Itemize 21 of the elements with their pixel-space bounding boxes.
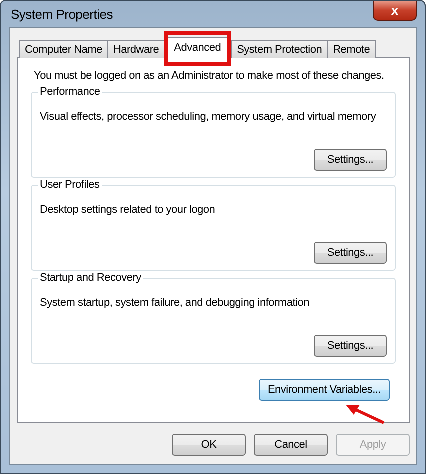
tab[interactable]: System Protection xyxy=(231,40,328,58)
tab[interactable]: Hardware xyxy=(107,40,166,58)
highlight-frame xyxy=(164,31,232,66)
settings-button[interactable]: Settings... xyxy=(314,242,387,264)
group-title: Performance xyxy=(38,86,102,98)
group-title: User Profiles xyxy=(38,179,102,191)
close-button[interactable]: x xyxy=(373,1,417,21)
tab[interactable]: Remote xyxy=(327,40,376,58)
environment-variables-button[interactable]: Environment Variables... xyxy=(258,379,390,401)
annotation-arrow xyxy=(346,405,385,424)
group-description: System startup, system failure, and debugging information xyxy=(40,297,310,309)
dialog-button[interactable]: Cancel xyxy=(254,434,328,456)
settings-button[interactable]: Settings... xyxy=(314,335,387,357)
window-title: System Properties xyxy=(10,6,113,22)
notice-text: You must be logged on as an Administrator to make most of these changes. xyxy=(33,70,386,82)
settings-button[interactable]: Settings... xyxy=(314,149,387,171)
group-title: Startup and Recovery xyxy=(38,272,144,284)
tab[interactable]: Computer Name xyxy=(19,40,108,58)
group-description: Visual effects, processor scheduling, memory usage, and virtual memory xyxy=(40,111,378,123)
group-description: Desktop settings related to your logon xyxy=(40,204,216,216)
dialog-button[interactable]: OK xyxy=(172,434,246,456)
